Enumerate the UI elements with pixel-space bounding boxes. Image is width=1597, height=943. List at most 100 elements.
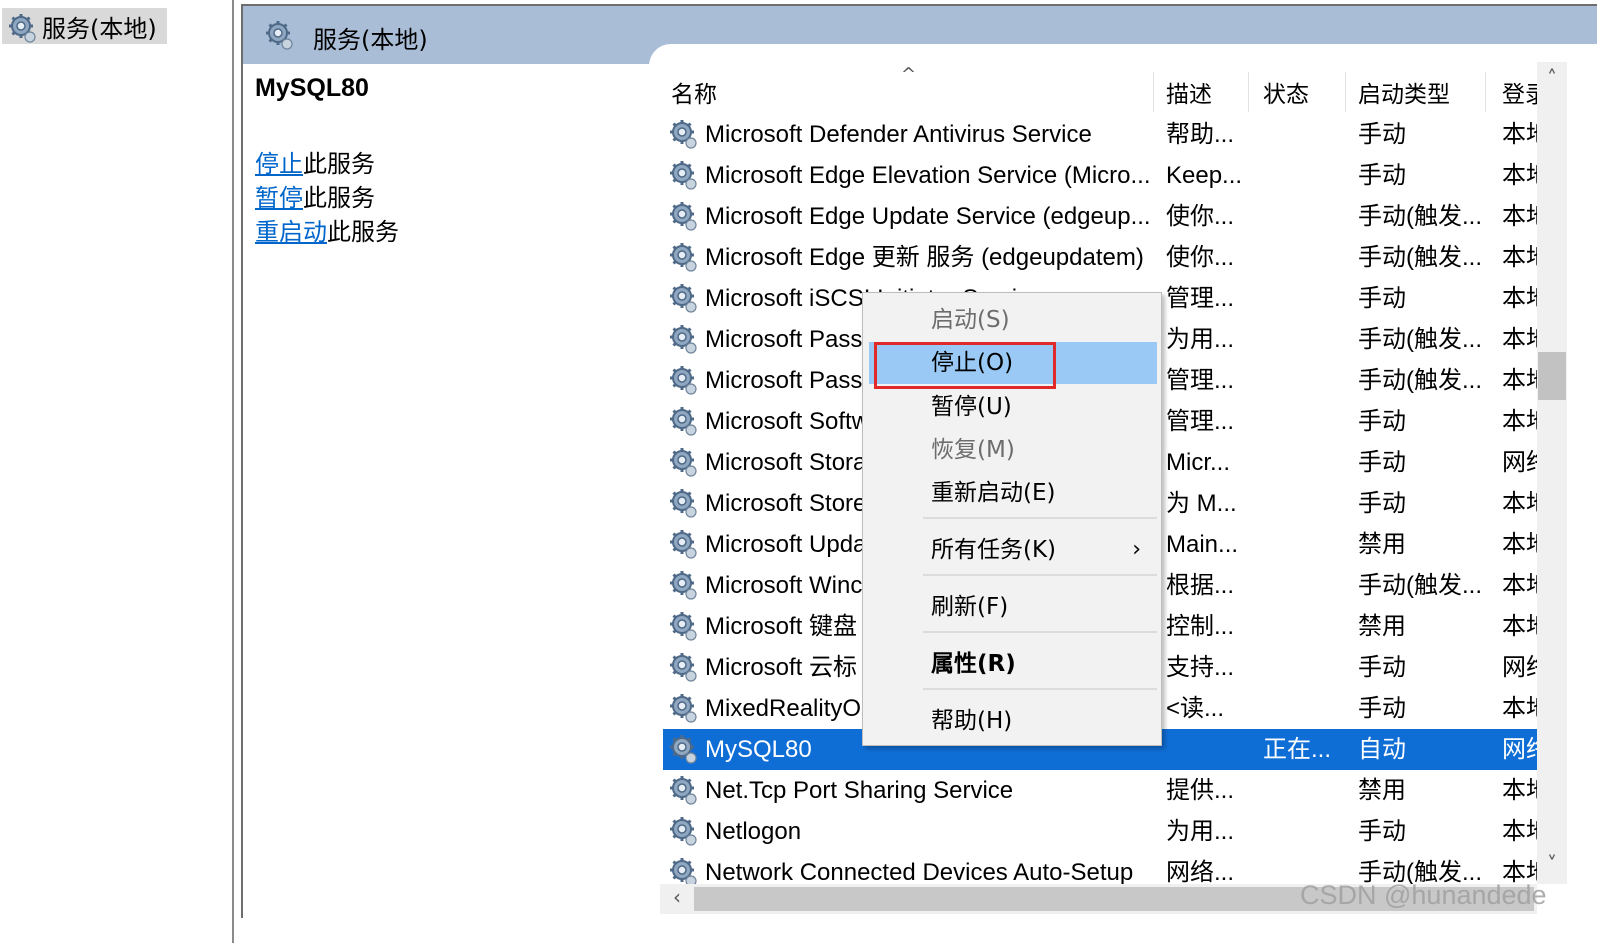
service-startup-type: 禁用 (1358, 613, 1406, 640)
service-status (1263, 319, 1353, 360)
gear-icon (669, 201, 698, 231)
gear-icon (669, 734, 698, 764)
gear-icon (669, 816, 698, 846)
submenu-arrow-icon: › (1132, 537, 1141, 562)
service-details: MySQL80 停止此服务 暂停此服务 重启动此服务 (255, 74, 635, 249)
column-divider[interactable] (1345, 72, 1346, 112)
service-description: 为用... (1166, 326, 1235, 353)
gear-icon (669, 529, 698, 559)
service-status (1263, 770, 1353, 811)
scroll-up-icon[interactable]: ˄ (1538, 66, 1566, 92)
service-name: Microsoft Defender Antivirus Service (705, 121, 1092, 148)
menu-item-help[interactable]: 帮助(H) (863, 700, 1161, 742)
gear-icon (669, 283, 698, 313)
service-description: 为 M... (1166, 490, 1237, 517)
gear-icon (669, 365, 698, 395)
service-description: 支持... (1166, 654, 1235, 681)
service-startup-type: 手动 (1358, 818, 1406, 845)
column-divider[interactable] (1248, 72, 1249, 112)
stop-service-link[interactable]: 停止 (255, 150, 303, 178)
service-description: 管理... (1166, 285, 1235, 312)
service-startup-type: 手动(触发... (1358, 203, 1482, 230)
service-description: 管理... (1166, 367, 1235, 394)
column-header-name[interactable]: 名称 (671, 72, 717, 112)
sort-ascending-icon: ^ (901, 64, 917, 85)
watermark: CSDN @hunandede (1300, 880, 1547, 910)
gear-icon (669, 406, 698, 436)
service-row[interactable]: Microsoft Defender Antivirus Service 帮助..… (663, 114, 1563, 155)
gear-icon (669, 652, 698, 682)
service-startup-type: 手动(触发... (1358, 572, 1482, 599)
console-tree: 服务(本地) (0, 0, 234, 943)
service-status (1263, 401, 1353, 442)
column-header-startup-type[interactable]: 启动类型 (1358, 72, 1450, 112)
service-description: 为用... (1166, 818, 1235, 845)
service-status (1263, 196, 1353, 237)
column-header-status[interactable]: 状态 (1263, 72, 1309, 112)
tree-node-label: 服务(本地) (42, 14, 157, 43)
service-startup-type: 禁用 (1358, 531, 1406, 558)
service-status (1263, 442, 1353, 483)
menu-item-pause[interactable]: 暂停(U) (863, 386, 1161, 428)
vertical-scrollbar[interactable] (1537, 62, 1567, 884)
scroll-left-icon[interactable]: ‹ (666, 885, 688, 913)
service-row[interactable]: Microsoft Edge Elevation Service (Micro.… (663, 155, 1563, 196)
menu-item-properties[interactable]: 属性(R) (863, 643, 1161, 685)
service-startup-type: 手动 (1358, 121, 1406, 148)
menu-item-label: 所有任务(K) (931, 537, 1057, 563)
service-name: Net.Tcp Port Sharing Service (705, 777, 1014, 804)
service-row[interactable]: Microsoft Edge Update Service (edgeup...… (663, 196, 1563, 237)
gear-icon (669, 242, 698, 272)
service-startup-type: 手动 (1358, 654, 1406, 681)
scroll-down-icon[interactable]: ˅ (1538, 852, 1566, 878)
vertical-scroll-thumb[interactable] (1538, 352, 1566, 400)
tree-node-services-local[interactable]: 服务(本地) (2, 8, 167, 44)
gear-icon (669, 611, 698, 641)
service-name: Microsoft Edge Update Service (edgeup... (705, 203, 1151, 230)
service-row[interactable]: Microsoft Edge 更新 服务 (edgeupdatem) 使你... 手… (663, 237, 1563, 278)
column-divider[interactable] (1153, 72, 1154, 112)
annotation-highlight-box (874, 342, 1056, 389)
service-status (1263, 278, 1353, 319)
service-status (1263, 155, 1353, 196)
service-description (1166, 729, 1256, 770)
service-status (1263, 811, 1353, 852)
gear-icon (669, 447, 698, 477)
column-header-description[interactable]: 描述 (1166, 72, 1212, 112)
service-startup-type: 手动 (1358, 490, 1406, 517)
gear-icon (265, 20, 294, 50)
service-status (1263, 647, 1353, 688)
service-startup-type: 手动(触发... (1358, 244, 1482, 271)
service-name: Microsoft Edge 更新 服务 (edgeupdatem) (705, 244, 1144, 271)
selected-service-name: MySQL80 (255, 74, 369, 102)
menu-item-start[interactable]: 启动(S) (863, 299, 1161, 341)
service-status (1263, 688, 1353, 729)
status-strip (241, 918, 1597, 943)
menu-item-refresh[interactable]: 刷新(F) (863, 586, 1161, 628)
gear-icon (669, 857, 698, 887)
column-divider[interactable] (1485, 72, 1486, 112)
service-startup-type: 自动 (1358, 736, 1406, 763)
menu-separator (923, 688, 1157, 690)
service-row[interactable]: Netlogon 为用... 手动 本地 (663, 811, 1563, 852)
gear-icon (669, 693, 698, 723)
service-row[interactable]: Net.Tcp Port Sharing Service 提供... 禁用 本地 (663, 770, 1563, 811)
service-status (1263, 114, 1353, 155)
action-suffix: 此服务 (303, 184, 375, 212)
gear-icon (8, 13, 37, 43)
action-suffix: 此服务 (327, 218, 399, 246)
service-status (1263, 565, 1353, 606)
action-restart: 重启动此服务 (255, 215, 635, 249)
gear-icon (669, 119, 698, 149)
service-startup-type: 禁用 (1358, 777, 1406, 804)
restart-service-link[interactable]: 重启动 (255, 218, 327, 246)
menu-item-all-tasks[interactable]: 所有任务(K) › (863, 529, 1161, 571)
service-status (1263, 237, 1353, 278)
service-status: 正在... (1263, 736, 1332, 763)
service-description: 管理... (1166, 408, 1235, 435)
pause-service-link[interactable]: 暂停 (255, 184, 303, 212)
menu-item-restart[interactable]: 重新启动(E) (863, 472, 1161, 514)
menu-item-resume[interactable]: 恢复(M) (863, 429, 1161, 471)
service-description: 根据... (1166, 572, 1235, 599)
service-startup-type: 手动 (1358, 285, 1406, 312)
